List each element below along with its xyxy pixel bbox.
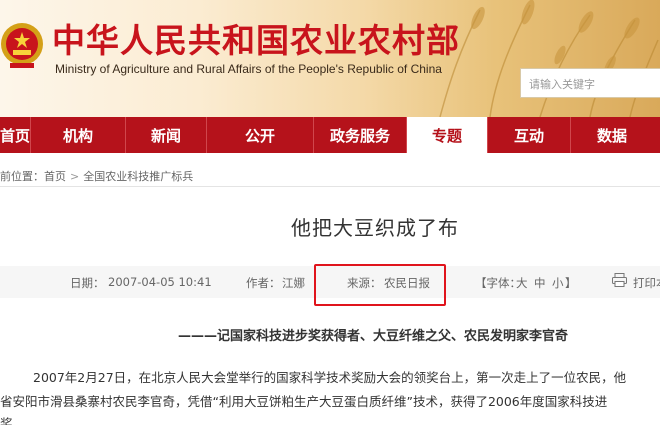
nav-item-data[interactable]: 数据 (571, 117, 653, 153)
author-label: 作者： (246, 276, 281, 290)
divider (0, 186, 660, 187)
breadcrumb-arrow: > (70, 170, 80, 183)
breadcrumb-home-link[interactable]: 首页 (44, 170, 66, 183)
nav-item-interaction[interactable]: 互动 (488, 117, 570, 153)
site-title: 中华人民共和国农业农村部 (52, 21, 460, 60)
font-size-medium-button[interactable]: 中 (534, 275, 546, 291)
article-author: 江娜 (282, 276, 305, 290)
nav-item-news[interactable]: 新闻 (126, 117, 206, 153)
font-size-close-bracket: 】 (565, 276, 577, 290)
font-size-label: 【字体： (475, 276, 521, 290)
search-input[interactable]: 请输入关键字 (520, 68, 660, 98)
article-paragraph: 省安阳市滑县桑寨村农民李官奇，凭借“利用大豆饼粕生产大豆蛋白质纤维”技术，获得了… (0, 394, 608, 409)
font-size-small-button[interactable]: 小 (552, 275, 564, 291)
breadcrumb-prefix: 前位置： (0, 170, 44, 183)
breadcrumb-current-link[interactable]: 全国农业科技推广标兵 (83, 170, 193, 183)
source-highlight-box (314, 264, 446, 306)
breadcrumb: 前位置：首页 > 全国农业科技推广标兵 (0, 168, 193, 184)
national-emblem-icon (1, 23, 43, 68)
article-date: 2007-04-05 10:41 (108, 275, 212, 289)
site-subtitle: Ministry of Agriculture and Rural Affair… (55, 62, 442, 76)
article-subtitle: ———记国家科技进步奖获得者、大豆纤维之父、农民发明家李官奇 (178, 329, 569, 344)
font-size-large-button[interactable]: 大 (516, 275, 528, 291)
main-nav: 首页 机构 新闻 公开 政务服务 专题 互动 数据 (0, 117, 660, 153)
date-label: 日期： (70, 276, 105, 290)
nav-item-organization[interactable]: 机构 (31, 117, 125, 153)
nav-item-services[interactable]: 政务服务 (314, 117, 406, 153)
article-title: 他把大豆织成了布 (291, 216, 459, 240)
nav-item-topics[interactable]: 专题 (407, 117, 487, 153)
nav-item-home[interactable]: 首页 (0, 117, 30, 153)
article-paragraph: 2007年2月27日，在北京人民大会堂举行的国家科学技术奖励大会的领奖台上，第一… (33, 370, 627, 385)
nav-item-public[interactable]: 公开 (207, 117, 313, 153)
article-paragraph: 奖 (0, 416, 13, 425)
site-header: 中华人民共和国农业农村部 Ministry of Agriculture and… (0, 0, 660, 117)
printer-icon[interactable] (612, 273, 627, 290)
print-button[interactable]: 打印本 (633, 275, 660, 291)
